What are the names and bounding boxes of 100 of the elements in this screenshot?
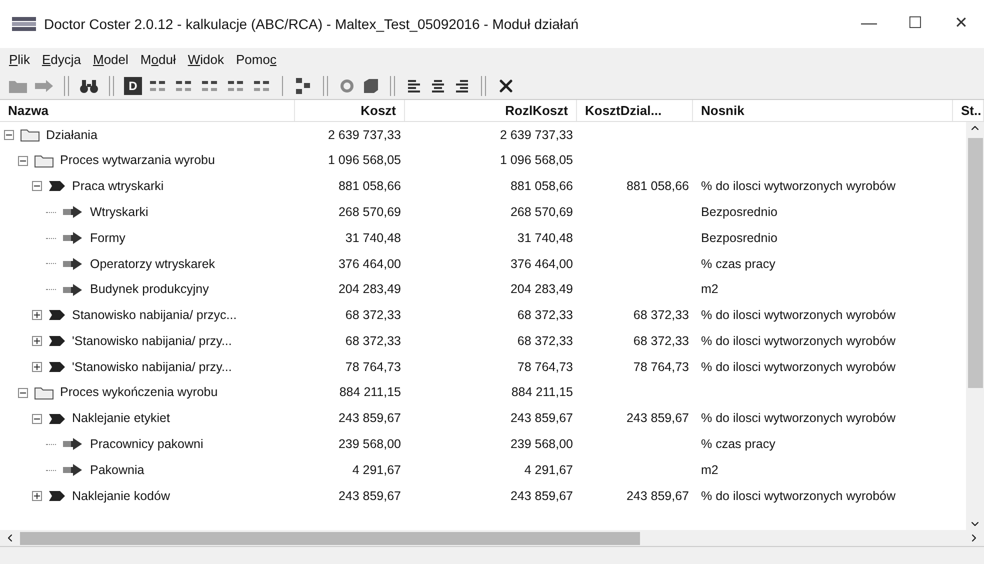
network-icon[interactable]	[293, 76, 313, 94]
table-cell-text: 239 568,00	[337, 436, 402, 454]
table-cell: % do ilosci wytworzonych wyrobów	[701, 488, 896, 503]
table-cell-text: 268 570,69	[337, 204, 402, 221]
table-cell: % czas pracy	[701, 437, 776, 452]
column-header[interactable]: Nosnik	[693, 100, 953, 121]
menu-item[interactable]: Plik	[4, 50, 35, 70]
menu-item[interactable]: Widok	[182, 50, 229, 70]
table-cell-text: 4 291,67	[523, 462, 574, 479]
table-cell-text: 31 740,48	[516, 230, 574, 247]
vertical-scrollbar[interactable]	[966, 122, 984, 530]
table-cell-text: 268 570,69	[509, 204, 574, 221]
table-cell-text: 204 283,49	[337, 281, 402, 298]
table-cell-text: 1 096 568,05	[499, 152, 574, 170]
gear-icon[interactable]	[338, 76, 356, 94]
tree-item[interactable]: Formy	[90, 228, 126, 248]
table-cell-text: 68 372,33	[344, 307, 402, 324]
column-header[interactable]: Koszt	[295, 100, 405, 121]
table-cell: % do ilosci wytworzonych wyrobów	[701, 411, 896, 426]
tree-item[interactable]: Wtryskarki	[90, 202, 148, 222]
arrow-icon	[62, 256, 84, 271]
table-cell: m2	[701, 282, 718, 296]
tag-icon	[48, 309, 66, 322]
table-cell: % do ilosci wytworzonych wyrobów	[701, 334, 896, 348]
table-cell-text: 881 058,66	[337, 178, 402, 196]
table-cell: % do ilosci wytworzonych wyrobów	[701, 308, 896, 322]
tree-item[interactable]: Operatorzy wtryskarek	[90, 254, 216, 274]
tree-item[interactable]: Działania	[46, 126, 98, 144]
arrow-icon	[62, 231, 84, 246]
folder-icon	[34, 154, 54, 168]
table-cell: 68 372,33	[633, 308, 689, 322]
tag-icon	[48, 412, 66, 425]
column-header[interactable]: RozlKoszt	[405, 100, 577, 121]
tree-item[interactable]: Budynek produkcyjny	[90, 280, 209, 300]
tag-icon	[48, 335, 66, 348]
horizontal-scrollbar[interactable]	[0, 530, 984, 546]
collapse-icon[interactable]	[18, 156, 28, 166]
tree-item[interactable]: Stanowisko nabijania/ przyc...	[72, 306, 237, 325]
expand-icon[interactable]	[32, 310, 42, 320]
tree-item[interactable]: Naklejanie kodów	[72, 486, 170, 506]
align-right-icon[interactable]	[453, 78, 471, 94]
table-cell-text: 78 764,73	[516, 358, 574, 376]
close-button[interactable]: ✕	[938, 8, 984, 40]
table-cell: % do ilosci wytworzonych wyrobów	[701, 360, 896, 374]
tree-item[interactable]: Proces wykończenia wyrobu	[60, 383, 218, 402]
table-cell-text: 239 568,00	[509, 436, 574, 454]
table-cell: 243 859,67	[626, 411, 689, 426]
menu-item[interactable]: Pomoc	[230, 50, 282, 70]
collapse-icon[interactable]	[32, 414, 42, 424]
arrow-icon	[62, 282, 84, 297]
align-left-icon[interactable]	[405, 78, 423, 94]
table-cell: Bezposrednio	[701, 230, 778, 245]
column-header[interactable]: Nazwa	[0, 100, 295, 121]
table-cell-text: 68 372,33	[344, 332, 402, 350]
table-cell-text: 243 859,67	[509, 410, 574, 428]
app-icon	[12, 17, 36, 31]
expand-icon[interactable]	[32, 491, 42, 502]
letter-icon[interactable]: D	[124, 76, 142, 94]
table-cell-text: 2 639 737,33	[499, 126, 574, 144]
expand-icon[interactable]	[32, 336, 42, 346]
tree-item[interactable]: Pracownicy pakowni	[90, 435, 204, 454]
tree-item[interactable]: Pakownia	[90, 460, 144, 480]
collapse-icon[interactable]	[18, 388, 28, 398]
collapse-icon[interactable]	[32, 181, 42, 192]
table-cell-text: 31 740,48	[344, 230, 402, 247]
table-cell-text: 2 639 737,33	[327, 126, 402, 144]
tree-item[interactable]: Praca wtryskarki	[72, 177, 164, 196]
column-header[interactable]: St..	[953, 100, 984, 121]
arrow-icon	[62, 463, 84, 478]
table-cell-text: 376 464,00	[509, 256, 574, 272]
align-center-icon[interactable]	[429, 78, 447, 94]
table-cell-text: 884 211,15	[338, 384, 402, 402]
minimize-button[interactable]: —	[846, 8, 892, 40]
cube-icon[interactable]	[362, 76, 380, 94]
table-cell-text: 884 211,15	[510, 384, 574, 402]
table-cell-text: 243 859,67	[337, 410, 402, 428]
menu-item[interactable]: Edycja	[36, 50, 86, 70]
table-cell: m2	[701, 462, 718, 477]
tag-icon	[48, 180, 66, 192]
column-header[interactable]: KosztDzial...	[577, 100, 693, 121]
tree-item[interactable]: 'Stanowisko nabijania/ przy...	[72, 358, 232, 376]
expand-icon[interactable]	[32, 362, 42, 372]
table-cell-text: 243 859,67	[337, 488, 402, 505]
tree-item[interactable]: 'Stanowisko nabijania/ przy...	[72, 332, 232, 351]
menu-item[interactable]: Moduł	[135, 50, 181, 70]
arrow-icon	[62, 205, 84, 220]
tree-item[interactable]: Naklejanie etykiet	[72, 409, 170, 428]
tree-item[interactable]: Proces wytwarzania wyrobu	[60, 151, 215, 170]
menu-item[interactable]: Model	[88, 50, 134, 70]
table-cell: 68 372,33	[633, 334, 689, 348]
folder-icon	[34, 386, 54, 400]
table-cell: % do ilosci wytworzonych wyrobów	[701, 179, 896, 194]
folder-icon	[20, 128, 40, 142]
table-cell: 243 859,67	[626, 488, 689, 503]
collapse-icon[interactable]	[4, 130, 14, 140]
table-cell-text: 376 464,00	[337, 256, 402, 272]
maximize-button[interactable]: ☐	[892, 8, 938, 40]
table-cell: Bezposrednio	[701, 204, 778, 219]
tag-icon	[48, 490, 66, 502]
binoculars-icon[interactable]	[79, 78, 99, 94]
